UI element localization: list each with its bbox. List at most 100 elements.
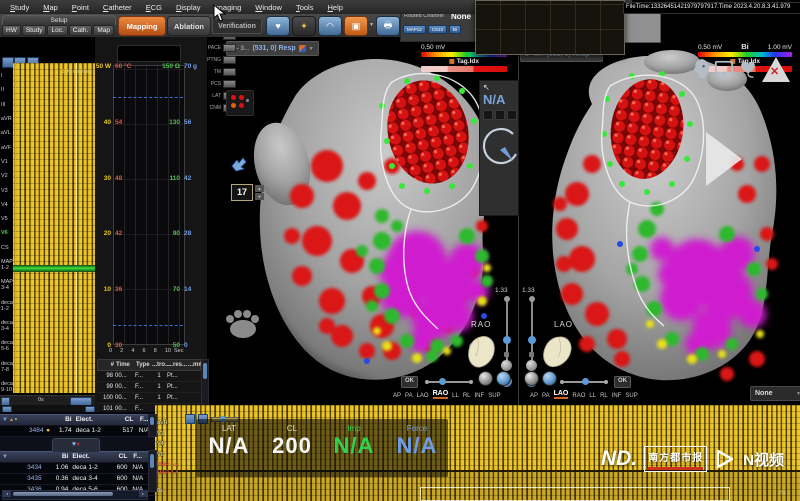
ablation-button[interactable]: Ablation [167, 16, 211, 36]
orient-ap[interactable]: AP [393, 393, 401, 399]
orientation-heart-icon[interactable] [540, 333, 574, 369]
ecg-lead-label[interactable]: V3 [0, 188, 13, 194]
col-bi[interactable]: Bi [49, 452, 68, 462]
ecg-lead-label[interactable]: deca 9-10 [0, 381, 13, 393]
ecg-lead-label[interactable]: aVF [0, 145, 13, 151]
orient-rl[interactable]: RL [600, 393, 608, 399]
ecg-lead-label[interactable]: aVR [0, 116, 13, 122]
patient-head-icon[interactable] [690, 56, 710, 82]
col-present[interactable]: ...res... [168, 360, 188, 370]
ecg-lead-label[interactable]: V5 [0, 216, 13, 222]
menu-item-point[interactable]: Point [72, 3, 89, 12]
ablation-site-row[interactable]: 3484 ● 1.74deca 1-2 517N/A [0, 426, 155, 437]
points-list-row[interactable]: 3435 0.36deca 3-4 600N/A [0, 474, 155, 485]
orient-lao[interactable]: LAO [554, 390, 569, 399]
side-toolbar-button[interactable] [223, 68, 236, 76]
rotate-knob[interactable] [524, 371, 539, 386]
menu-item-tools[interactable]: Tools [296, 3, 314, 12]
ecg-cursor-line[interactable] [15, 63, 16, 393]
orientation-dial[interactable] [480, 126, 520, 178]
col-elect[interactable]: Elect. [68, 452, 108, 462]
menu-item-window[interactable]: Window [255, 3, 282, 12]
filter-icon[interactable]: ▼ [2, 415, 8, 425]
side-toolbar-button[interactable] [223, 56, 236, 64]
ecg-lead-label[interactable]: deca 1-2 [0, 300, 13, 312]
pointer-arrow-icon[interactable]: ↖ [483, 83, 518, 92]
sites-table-scrollbar[interactable] [148, 414, 157, 437]
ecg-lead-label[interactable]: I [0, 73, 13, 79]
warning-triangle-icon[interactable]: ✕ [762, 57, 790, 82]
ecg-lead-label[interactable]: deca 3-4 [0, 320, 13, 332]
pin-icon[interactable]: • [15, 415, 17, 425]
menu-item-help[interactable]: Help [327, 3, 342, 12]
side-toolbar-button[interactable] [223, 80, 236, 88]
monitor-icon[interactable] [714, 56, 734, 82]
ecg-lead-label[interactable]: MAP 1-2 [0, 259, 13, 271]
rotation-slider[interactable] [560, 378, 608, 386]
lasso-tool-button[interactable]: ◠ [318, 16, 342, 36]
snapshot-caret-icon[interactable]: ▼ [369, 22, 374, 28]
ecg-lead-label[interactable]: MAP 3-4 [0, 279, 13, 291]
map-tool-hand-icon[interactable] [229, 156, 249, 172]
col-cl[interactable]: CL [114, 415, 134, 425]
ecg-lead-label[interactable]: deca 7-8 [0, 361, 13, 373]
orient-pa[interactable]: PA [405, 393, 413, 399]
orient-rl[interactable]: RL [463, 393, 471, 399]
counter-up-icon[interactable]: ▲ [255, 185, 264, 192]
points-list-row[interactable]: 3434 1.06deca 1-2 600N/A [0, 463, 155, 474]
orient-pa[interactable]: PA [542, 393, 550, 399]
ecg-lead-label[interactable]: V6 [0, 230, 13, 236]
left-map-viewport[interactable]: 1 - 3... (531, 0) Resp ▼ CL PACE PT [207, 30, 519, 405]
routed-channel-chip[interactable]: MAP12 [403, 25, 426, 34]
sort-icon[interactable]: ▲ [9, 415, 14, 425]
col-cl[interactable]: CL [108, 452, 127, 462]
ecg-cursor-line[interactable] [76, 63, 77, 393]
menu-item-ecg[interactable]: ECG [146, 3, 162, 12]
col-type[interactable]: Type [136, 360, 152, 370]
col-num[interactable]: # [98, 360, 116, 370]
orient-inf[interactable]: INF [612, 393, 622, 399]
orient-ll[interactable]: LL [452, 393, 459, 399]
pan-knob[interactable] [496, 371, 511, 386]
setup-tab[interactable]: Cath. [69, 25, 93, 36]
filter-icon[interactable]: ▼ [2, 452, 8, 462]
signal-popup-window[interactable] [475, 0, 625, 55]
points-table-row[interactable]: 9800... F...1 Pt... [97, 371, 201, 382]
tables-h-scrollbar[interactable]: ◂ ▸ [2, 490, 148, 500]
map-overlay-dropdown[interactable]: None ▼ [750, 386, 800, 401]
ecg-timebar[interactable]: 0s [0, 395, 95, 405]
rotation-slider[interactable] [425, 378, 473, 386]
orient-inf[interactable]: INF [475, 393, 485, 399]
side-toolbar-button[interactable] [223, 44, 236, 52]
right-map-viewport[interactable]: 1 - 3... (531, 0) Resp ▼ 0.50 mV Bi 1.00… [518, 30, 800, 405]
orientation-heart-icon[interactable] [465, 333, 497, 369]
col-bi[interactable]: Bi [52, 415, 72, 425]
counter-down-icon[interactable]: ▼ [255, 193, 264, 200]
orient-ll[interactable]: LL [589, 393, 596, 399]
ecg-lead-label[interactable]: V1 [0, 159, 13, 165]
orient-lao[interactable]: LAO [417, 393, 429, 399]
col-electrode[interactable]: ...tro... [152, 360, 168, 370]
setup-tab[interactable]: Loc. [47, 25, 67, 36]
side-toolbar-row[interactable]: TM [207, 66, 237, 78]
points-table-scrollbar[interactable] [148, 450, 157, 492]
col-time[interactable]: Time [116, 360, 136, 370]
ecg-lead-label[interactable]: aVL [0, 130, 13, 136]
ok-button[interactable]: OK [401, 376, 418, 388]
review-tool-icon[interactable] [185, 414, 195, 424]
setup-tab[interactable]: Map [93, 25, 114, 36]
ecg-lead-label[interactable]: V2 [0, 173, 13, 179]
col-f[interactable]: F... [127, 452, 148, 462]
ecg-lead-label[interactable]: V4 [0, 202, 13, 208]
menu-item-map[interactable]: Map [43, 3, 58, 12]
ok-button[interactable]: OK [614, 376, 631, 388]
orient-sup[interactable]: SUP [488, 393, 500, 399]
ecg-lead-label[interactable]: deca 5-6 [0, 340, 13, 352]
col-comment[interactable]: ...mm [188, 360, 200, 370]
side-toolbar-row[interactable]: PTNG [207, 54, 237, 66]
chevron-down-icon[interactable]: ▼ [309, 46, 314, 52]
rotate-knob[interactable] [478, 371, 493, 386]
ecg-lead-label[interactable]: III [0, 102, 13, 108]
orient-sup[interactable]: SUP [625, 393, 637, 399]
map-list-tab[interactable]: ♥✕ [52, 438, 100, 452]
